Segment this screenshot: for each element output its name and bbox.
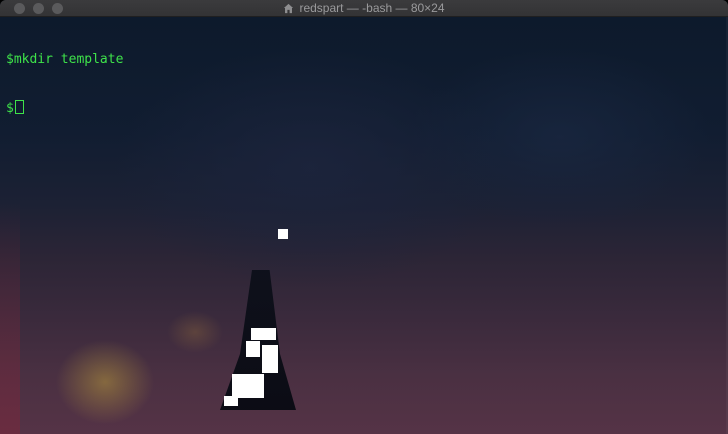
- terminal-line: $: [6, 100, 123, 116]
- title-bar[interactable]: redspart — -bash — 80×24: [0, 0, 728, 17]
- wallpaper-highlight: [232, 374, 264, 398]
- terminal-window: redspart — -bash — 80×24 $mkdir template…: [0, 0, 728, 434]
- terminal-content[interactable]: $mkdir template $: [6, 20, 123, 148]
- home-icon: [284, 3, 294, 13]
- wallpaper-highlight: [278, 229, 288, 239]
- text-cursor: [14, 100, 24, 114]
- prompt-symbol: $: [6, 101, 14, 116]
- wallpaper-highlight: [262, 345, 278, 373]
- wallpaper-glow: [0, 200, 20, 434]
- prompt-symbol: $: [6, 52, 14, 67]
- terminal-line: $mkdir template: [6, 52, 123, 68]
- wallpaper-highlight: [246, 341, 260, 357]
- window-title: redspart — -bash — 80×24: [299, 1, 445, 15]
- command-text: mkdir template: [13, 52, 124, 67]
- wallpaper-highlight: [224, 396, 238, 406]
- wallpaper-highlight: [251, 328, 276, 340]
- window-title-group: redspart — -bash — 80×24: [0, 0, 728, 16]
